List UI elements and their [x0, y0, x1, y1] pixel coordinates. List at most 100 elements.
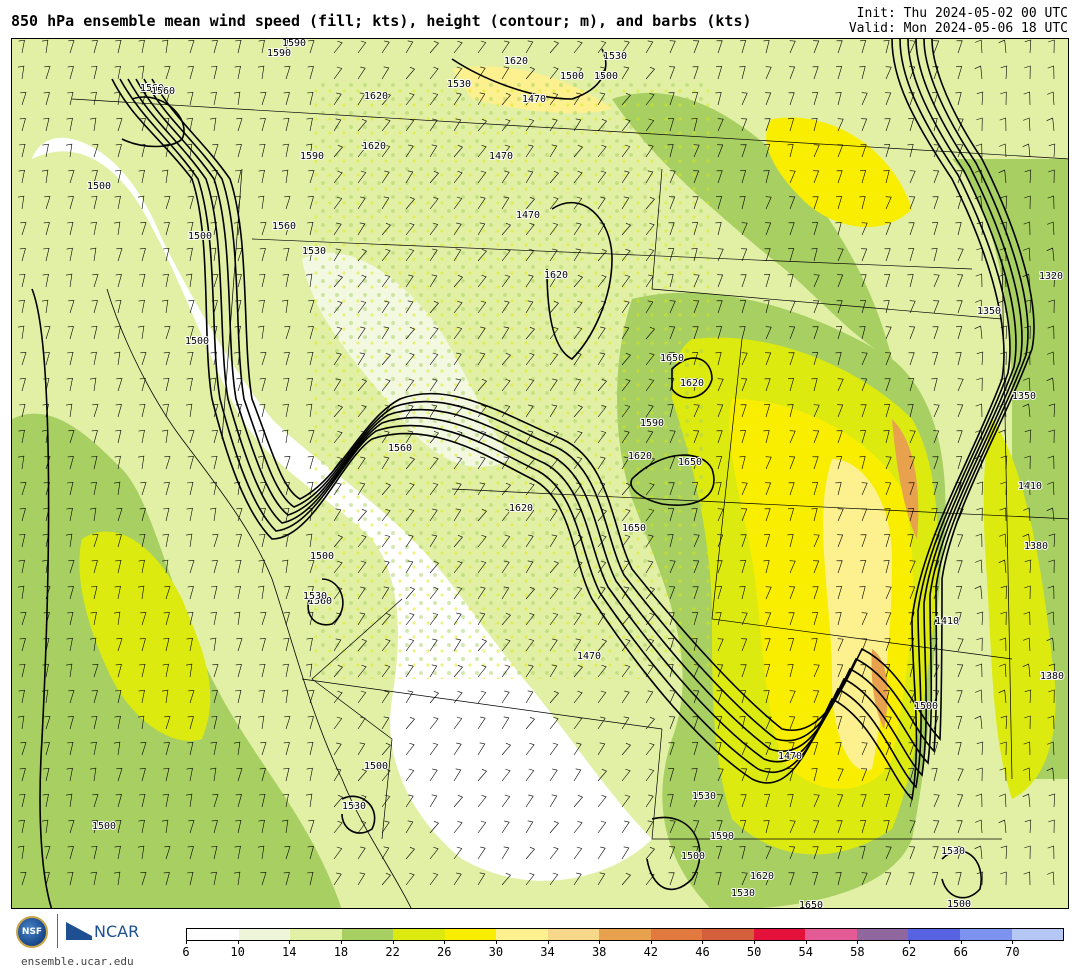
map-panel: 1560 1590 1620 1620 1500 1500 1590 1530 1560 1500…: [11, 38, 1069, 909]
ncar-logo-mark: [66, 922, 92, 940]
contour-label: 1620: [628, 451, 652, 462]
contour-label: 1590: [267, 48, 291, 59]
colorbar-swatch: [650, 929, 703, 940]
colorbar-tick-label: 58: [850, 945, 865, 959]
contour-label: 1620: [544, 270, 568, 281]
colorbar-tick-label: 30: [488, 945, 504, 959]
colorbar-tick-mark: [754, 940, 756, 944]
forecast-times: Init: Thu 2024-05-02 00 UTC Valid: Mon 2…: [849, 6, 1068, 36]
contour-label: 1560: [388, 443, 412, 454]
colorbar-tick-label: 38: [591, 945, 607, 959]
contour-label: 1620: [509, 503, 533, 514]
colorbar-swatch: [753, 929, 806, 940]
colorbar-tick-label: 18: [333, 945, 349, 959]
contour-label: 1380: [1024, 541, 1048, 552]
contour-label: 1560: [151, 86, 175, 97]
colorbar-tick-label: 66: [953, 945, 968, 959]
colorbar-swatch: [547, 929, 600, 940]
map-canvas: 1560 1590 1620 1620 1500 1500 1590 1530 1560 1500…: [12, 39, 1068, 909]
chart-title: 850 hPa ensemble mean wind speed (fill; …: [11, 12, 752, 30]
contour-label: 1320: [1039, 271, 1063, 282]
colorbar-tick-label: 62: [901, 945, 917, 959]
contour-label: 1590: [300, 151, 324, 162]
contour-label: 1530: [302, 246, 326, 257]
colorbar-swatch: [856, 929, 909, 940]
colorbar-tick-labels: 6 10 14 18 22 26 30 34 38 42 46 50 54 58 62 66 70: [182, 945, 1064, 963]
colorbar-tick-mark: [702, 940, 704, 944]
contour-label: 1530: [603, 51, 627, 62]
contour-label: 1590: [710, 831, 734, 842]
colorbar-tick-mark: [805, 940, 807, 944]
contour-label: 1560: [272, 221, 296, 232]
contour-label: 1380: [1040, 671, 1064, 682]
contour-label: 1470: [522, 94, 546, 105]
contour-label: 1500: [914, 701, 938, 712]
colorbar-tick-mark: [960, 940, 962, 944]
colorbar-swatch: [187, 929, 239, 940]
colorbar-tick-label: 26: [437, 945, 452, 959]
colorbar-tick-mark: [495, 940, 497, 944]
contour-label: 1470: [577, 651, 601, 662]
colorbar-tick-label: 34: [540, 945, 555, 959]
colorbar-swatch: [1011, 929, 1064, 940]
colorbar-tick-label: 6: [182, 945, 190, 959]
colorbar-tick-mark: [444, 940, 446, 944]
contour-label: 1410: [935, 616, 959, 627]
colorbar-tick-label: 42: [643, 945, 659, 959]
contour-label: 1590: [282, 39, 306, 49]
contour-label: 1620: [364, 91, 388, 102]
colorbar-tick-label: 50: [746, 945, 762, 959]
contour-label: 1350: [1012, 391, 1036, 402]
colorbar-tick-mark: [857, 940, 859, 944]
colorbar-swatch: [599, 929, 651, 940]
contour-label: 1500: [188, 231, 212, 242]
colorbar-tick-label: 54: [798, 945, 813, 959]
colorbar-tick-mark: [392, 940, 394, 944]
colorbar-tick-mark: [289, 940, 291, 944]
contour-label: 1470: [778, 751, 802, 762]
logo-block: NSF NCAR ensemble.ucar.edu: [14, 914, 164, 970]
colorbar-swatch: [238, 929, 291, 940]
colorbar-tick-label: 46: [695, 945, 710, 959]
contour-label: 1500: [92, 821, 116, 832]
contour-label: 1500: [310, 551, 334, 562]
colorbar-tick-mark: [650, 940, 652, 944]
colorbar-tick-mark: [599, 940, 601, 944]
contour-label: 1590: [640, 418, 664, 429]
contour-label: 1530: [941, 846, 965, 857]
logo-divider: [57, 914, 58, 948]
contour-label: 1470: [516, 210, 540, 221]
contour-label: 1350: [977, 306, 1001, 317]
contour-label: 1410: [1018, 481, 1042, 492]
contour-label: 1620: [504, 56, 528, 67]
contour-label: 1620: [680, 378, 704, 389]
speckle-texture: [312, 79, 712, 679]
contour-label: 1620: [362, 141, 386, 152]
contour-label: 1650: [799, 900, 823, 909]
contour-label: 1530: [731, 888, 755, 899]
contour-label: 1500: [947, 899, 971, 909]
contour-label: 1620: [750, 871, 774, 882]
colorbar-swatch: [290, 929, 342, 940]
colorbar-tick-mark: [186, 940, 187, 944]
colorbar-tick-mark: [547, 940, 549, 944]
site-url: ensemble.ucar.edu: [21, 955, 134, 968]
colorbar-tick-label: 22: [385, 945, 400, 959]
contour-label: 1530: [447, 79, 471, 90]
contour-label: 1650: [660, 353, 684, 364]
colorbar-tick-mark: [237, 940, 239, 944]
colorbar-swatch: [908, 929, 960, 940]
contour-label: 1470: [489, 151, 513, 162]
contour-label: 1500: [594, 71, 618, 82]
colorbar-tick-label: 10: [230, 945, 245, 959]
valid-time: Valid: Mon 2024-05-06 18 UTC: [848, 21, 1068, 36]
contour-label: 1500: [681, 851, 705, 862]
nsf-logo: NSF: [16, 916, 48, 948]
colorbar-tick-mark: [1012, 940, 1014, 944]
contour-label: 1500: [364, 761, 388, 772]
contour-label: 1530: [342, 801, 366, 812]
colorbar-tick-marks: [186, 940, 1064, 944]
contour-label: 1650: [622, 523, 646, 534]
colorbar-tick-mark: [340, 940, 342, 944]
colorbar-swatch: [805, 929, 857, 940]
